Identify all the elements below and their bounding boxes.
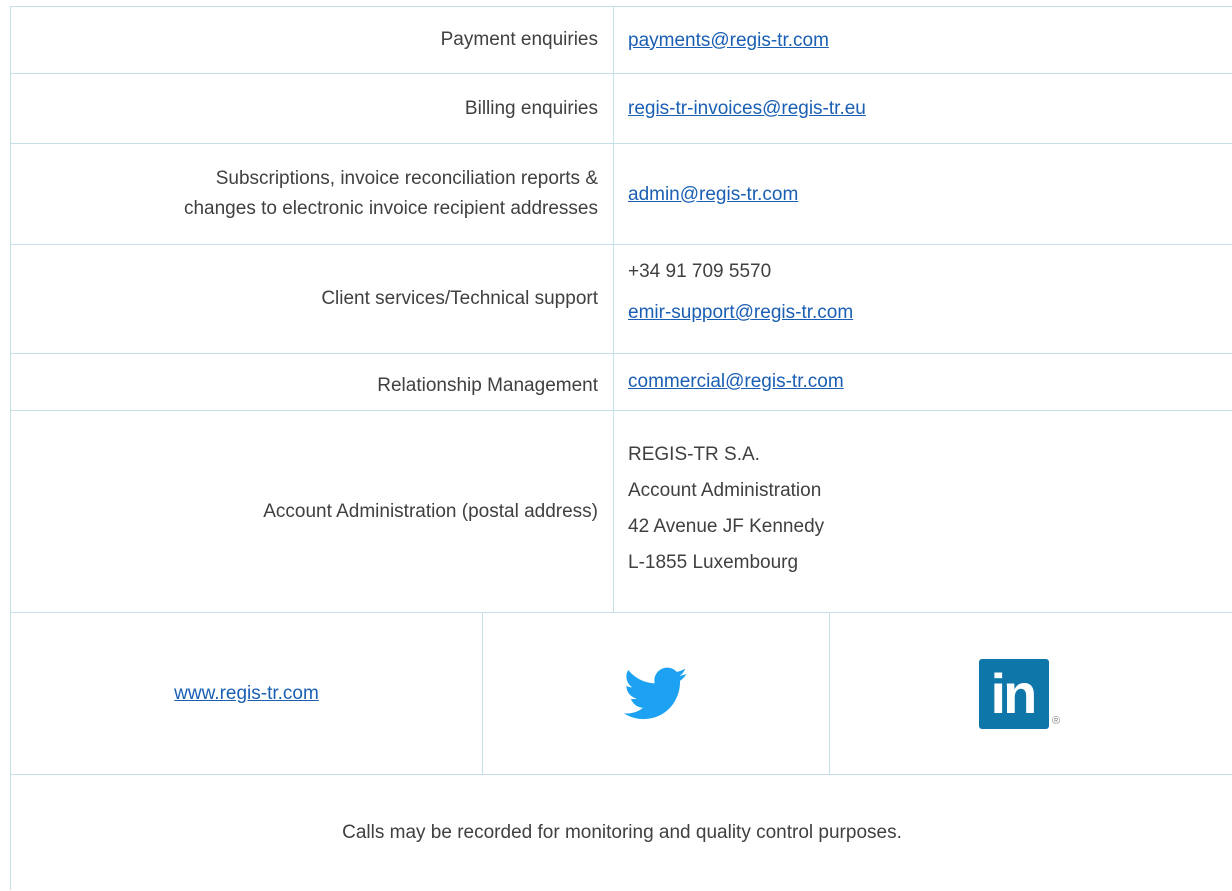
invoices-email-link[interactable]: regis-tr-invoices@regis-tr.eu	[628, 92, 866, 125]
linkedin-cell: in ®	[830, 613, 1232, 774]
contact-row-account-admin: Account Administration (postal address) …	[11, 411, 1232, 613]
address-line: Account Administration	[628, 480, 822, 501]
contact-label-line: changes to electronic invoice recipient …	[183, 198, 598, 219]
contact-row-relationship: Relationship Management commercial@regis…	[11, 354, 1232, 411]
address-line: REGIS-TR S.A.	[628, 444, 760, 465]
website-cell: www.regis-tr.com	[11, 613, 483, 774]
support-email-link[interactable]: emir-support@regis-tr.com	[628, 302, 853, 323]
payments-email-link[interactable]: payments@regis-tr.com	[628, 24, 829, 57]
contact-value: admin@regis-tr.com	[614, 144, 1232, 244]
linkedin-logo: in	[978, 658, 1049, 729]
address-line: L-1855 Luxembourg	[628, 552, 799, 573]
twitter-cell	[483, 613, 830, 774]
contact-label: Relationship Management	[11, 354, 614, 410]
contact-label: Payment enquiries	[11, 7, 614, 73]
contact-row-payment: Payment enquiries payments@regis-tr.com	[11, 7, 1232, 74]
contact-row-subscriptions: Subscriptions, invoice reconciliation re…	[11, 144, 1232, 245]
contact-label: Account Administration (postal address)	[11, 411, 614, 612]
recording-notice: Calls may be recorded for monitoring and…	[342, 822, 902, 843]
contact-label: Billing enquiries	[11, 74, 614, 143]
commercial-email-link[interactable]: commercial@regis-tr.com	[628, 371, 844, 392]
contact-value: commercial@regis-tr.com	[614, 354, 1232, 410]
contact-row-billing: Billing enquiries regis-tr-invoices@regi…	[11, 74, 1232, 144]
contact-value: payments@regis-tr.com	[614, 7, 1232, 73]
twitter-bird-icon[interactable]	[623, 667, 688, 721]
support-phone: +34 91 709 5570	[628, 261, 772, 282]
admin-email-link[interactable]: admin@regis-tr.com	[628, 178, 798, 211]
website-link[interactable]: www.regis-tr.com	[174, 683, 319, 705]
contact-row-client-services: Client services/Technical support +34 91…	[11, 245, 1232, 354]
footer-note-row: Calls may be recorded for monitoring and…	[11, 775, 1232, 891]
social-row: www.regis-tr.com in ®	[11, 613, 1232, 775]
linkedin-icon[interactable]: in ®	[978, 658, 1061, 729]
contacts-table: Payment enquiries payments@regis-tr.com …	[10, 6, 1232, 890]
contact-label-line: Subscriptions, invoice reconciliation re…	[215, 168, 598, 189]
contact-label: Client services/Technical support	[11, 245, 614, 353]
contact-value: +34 91 709 5570 emir-support@regis-tr.co…	[614, 245, 1232, 353]
address-line: 42 Avenue JF Kennedy	[628, 516, 825, 537]
contact-value: regis-tr-invoices@regis-tr.eu	[614, 74, 1232, 143]
postal-address: REGIS-TR S.A. Account Administration 42 …	[614, 411, 1232, 612]
registered-mark: ®	[1051, 714, 1061, 727]
contact-label: Subscriptions, invoice reconciliation re…	[11, 144, 614, 244]
